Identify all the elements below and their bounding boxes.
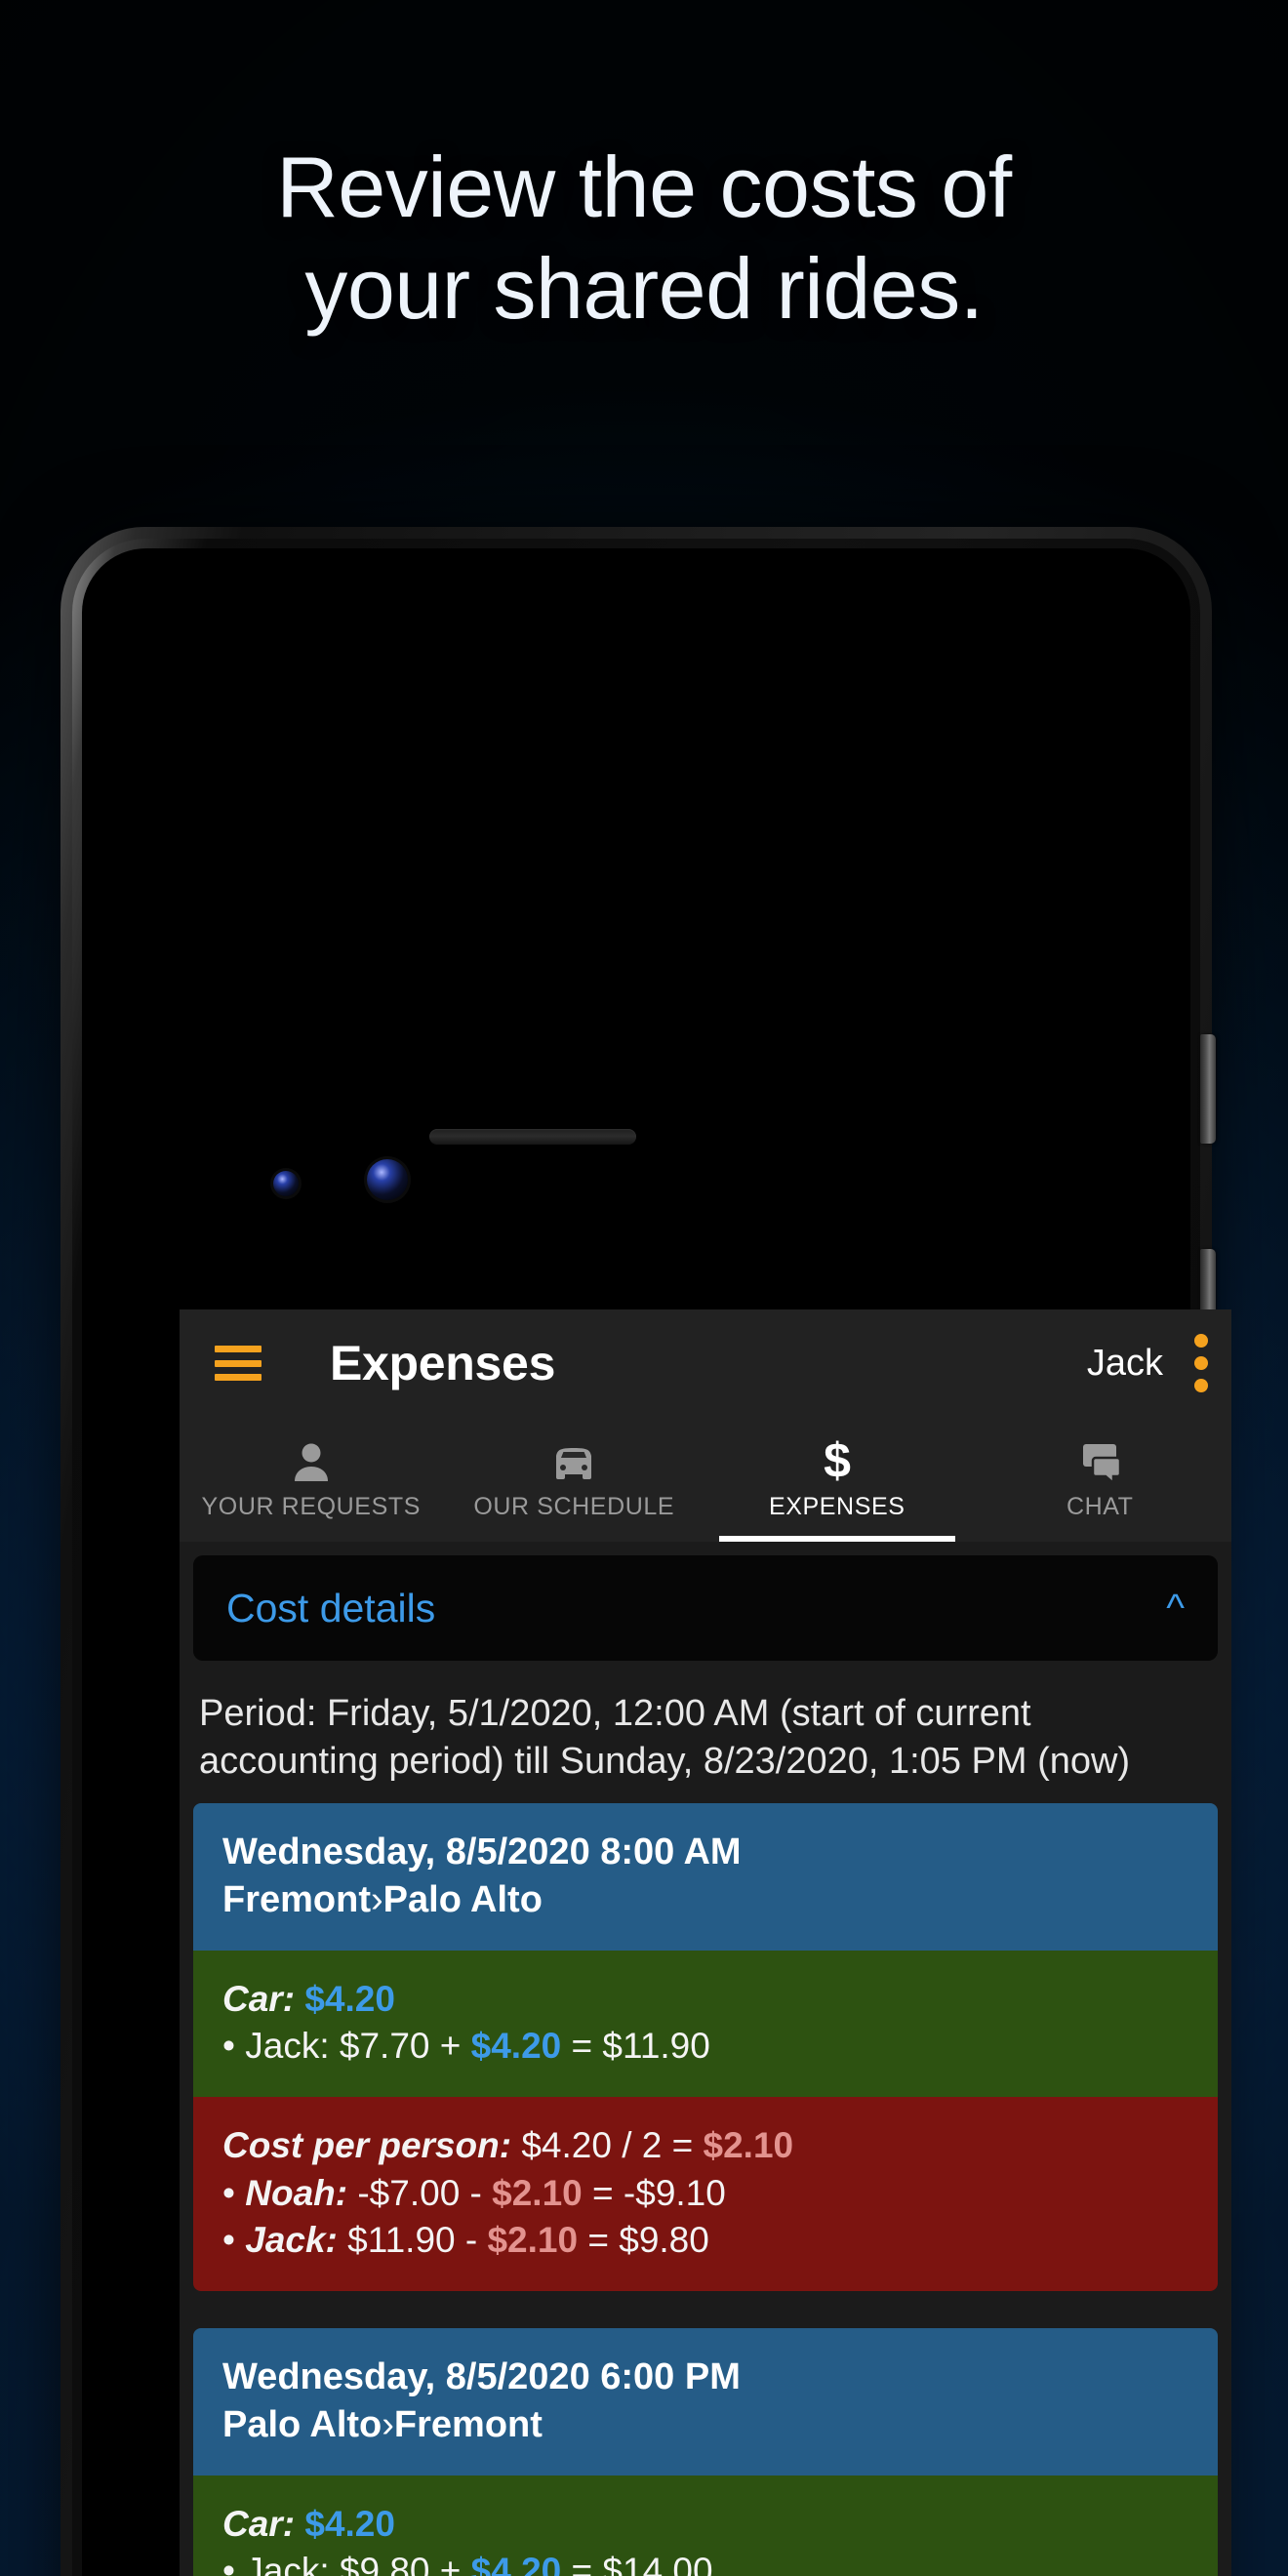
current-user-label[interactable]: Jack xyxy=(1087,1343,1163,1385)
balance-row: • Jack: $11.90 - $2.10 = $9.80 xyxy=(222,2217,1188,2264)
person-icon xyxy=(289,1438,334,1485)
row-post: = -$9.10 xyxy=(592,2172,726,2213)
ride-datetime: Wednesday, 8/5/2020 6:00 PM xyxy=(222,2356,741,2397)
chat-bubbles-icon xyxy=(1076,1438,1123,1485)
row-name: Jack: xyxy=(245,2551,330,2576)
car-label: Car: xyxy=(222,1979,296,2020)
car-amount: $4.20 xyxy=(304,2504,395,2545)
ride-datetime: Wednesday, 8/5/2020 8:00 AM xyxy=(222,1831,742,1872)
tab-our-schedule[interactable]: OUR SCHEDULE xyxy=(443,1417,706,1542)
row-bullet: • xyxy=(222,2172,235,2213)
dollar-icon: $ xyxy=(821,1434,854,1485)
front-sensor-icon xyxy=(273,1171,299,1196)
row-post: = $11.90 xyxy=(571,2026,710,2067)
tab-label: YOUR REQUESTS xyxy=(201,1492,421,1520)
headline-line-1: Review the costs of xyxy=(276,139,1012,235)
row-amount: $4.20 xyxy=(470,2026,562,2067)
phone-screen: 12:29 Expenses Jack YOUR R xyxy=(180,1309,1231,2576)
tab-your-requests[interactable]: YOUR REQUESTS xyxy=(180,1417,443,1542)
row-name: Jack: xyxy=(245,2026,330,2067)
cost-per-person-amount: $2.10 xyxy=(703,2125,794,2166)
row-post: = $14.00 xyxy=(571,2551,713,2576)
ride-card-header: Wednesday, 8/5/2020 6:00 PM Palo Alto›Fr… xyxy=(193,2328,1218,2476)
car-amount: $4.20 xyxy=(304,1979,395,2020)
tab-bar: YOUR REQUESTS OUR SCHEDULE $ EXPENSES CH… xyxy=(180,1417,1231,1542)
row-pre: $9.80 + xyxy=(339,2551,462,2576)
car-cost-line: Car: $4.20 xyxy=(222,2501,1188,2548)
row-bullet: • xyxy=(222,2551,235,2576)
row-amount: $2.10 xyxy=(492,2172,583,2213)
phone-mockup: 12:29 Expenses Jack YOUR R xyxy=(60,527,1231,2576)
ride-card-car-section: Car: $4.20 • Jack: $9.80 + $4.20 = $14.0… xyxy=(193,2475,1218,2576)
ride-expense-card[interactable]: Wednesday, 8/5/2020 8:00 AM Fremont›Palo… xyxy=(193,1803,1218,2291)
ride-origin: Fremont xyxy=(222,1878,371,1920)
tab-label: CHAT xyxy=(1066,1492,1134,1520)
cost-details-header[interactable]: Cost details ^ xyxy=(193,1555,1218,1661)
car-person-row: • Jack: $9.80 + $4.20 = $14.00 xyxy=(222,2548,1188,2576)
row-post: = $9.80 xyxy=(587,2219,709,2260)
tab-label: OUR SCHEDULE xyxy=(473,1492,675,1520)
page-title: Expenses xyxy=(330,1336,556,1390)
ride-card-header: Wednesday, 8/5/2020 8:00 AM Fremont›Palo… xyxy=(193,1803,1218,1952)
row-bullet: • xyxy=(222,2219,235,2260)
headline-line-2: your shared rides. xyxy=(304,239,984,337)
route-separator: › xyxy=(382,2403,394,2445)
row-pre: -$7.00 - xyxy=(357,2172,482,2213)
cost-details-title: Cost details xyxy=(226,1585,436,1630)
row-pre: $11.90 - xyxy=(347,2219,478,2260)
ride-route: Palo Alto›Fremont xyxy=(222,2401,1188,2449)
car-cost-line: Car: $4.20 xyxy=(222,1976,1188,2023)
promo-headline: Review the costs of your shared rides. xyxy=(0,137,1288,340)
ride-origin: Palo Alto xyxy=(222,2403,382,2445)
phone-side-button-top[interactable] xyxy=(1200,1034,1216,1144)
ride-route: Fremont›Palo Alto xyxy=(222,1876,1188,1924)
ride-destination: Palo Alto xyxy=(382,1878,543,1920)
cost-per-person-label: Cost per person: xyxy=(222,2125,512,2166)
row-name: Jack: xyxy=(245,2219,338,2260)
ride-card-cost-per-person-section: Cost per person: $4.20 / 2 = $2.10 • Noa… xyxy=(193,2097,1218,2291)
tab-active-indicator xyxy=(719,1536,955,1542)
row-amount: $2.10 xyxy=(487,2219,579,2260)
overflow-menu-icon[interactable] xyxy=(1187,1328,1208,1398)
app-bar-actions: Jack xyxy=(1087,1328,1231,1398)
car-person-row: • Jack: $7.70 + $4.20 = $11.90 xyxy=(222,2023,1188,2070)
car-icon xyxy=(548,1438,599,1485)
row-pre: $7.70 + xyxy=(339,2026,462,2067)
tab-expenses[interactable]: $ EXPENSES xyxy=(705,1417,969,1542)
ride-card-car-section: Car: $4.20 • Jack: $7.70 + $4.20 = $11.9… xyxy=(193,1951,1218,2098)
cost-per-person-formula: $4.20 / 2 = xyxy=(521,2125,694,2166)
chevron-up-icon[interactable]: ^ xyxy=(1166,1589,1185,1628)
balance-row: • Noah: -$7.00 - $2.10 = -$9.10 xyxy=(222,2170,1188,2217)
route-separator: › xyxy=(371,1878,383,1920)
row-name: Noah: xyxy=(245,2172,348,2213)
tab-label: EXPENSES xyxy=(768,1492,906,1520)
tab-chat[interactable]: CHAT xyxy=(969,1417,1232,1542)
car-label: Car: xyxy=(222,2504,296,2545)
app-bar: Expenses Jack xyxy=(180,1309,1231,1417)
earpiece-speaker xyxy=(429,1129,636,1145)
row-bullet: • xyxy=(222,2026,235,2067)
accounting-period-text: Period: Friday, 5/1/2020, 12:00 AM (star… xyxy=(199,1693,1131,1782)
svg-text:$: $ xyxy=(824,1434,851,1485)
ride-destination: Fremont xyxy=(393,2403,543,2445)
cost-per-person-line: Cost per person: $4.20 / 2 = $2.10 xyxy=(222,2122,1188,2169)
row-amount: $4.20 xyxy=(470,2551,562,2576)
front-camera-icon xyxy=(367,1159,408,1200)
hamburger-menu-icon[interactable] xyxy=(215,1346,262,1381)
ride-expense-card[interactable]: Wednesday, 8/5/2020 6:00 PM Palo Alto›Fr… xyxy=(193,2328,1218,2576)
